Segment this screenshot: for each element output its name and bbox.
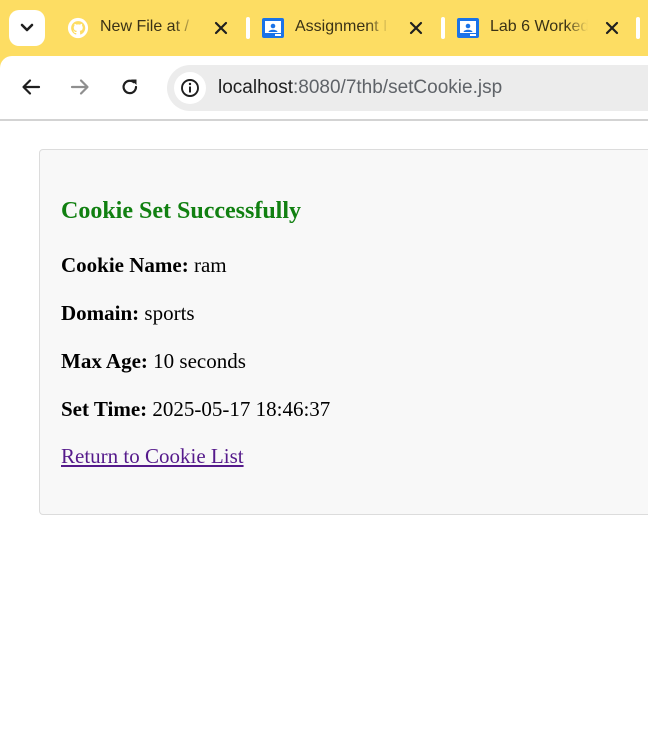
arrow-right-icon xyxy=(70,79,89,95)
page-heading: Cookie Set Successfully xyxy=(61,198,301,224)
tab-separator xyxy=(441,17,445,39)
field-label: Max Age: xyxy=(61,349,148,373)
reload-icon xyxy=(122,79,138,95)
field-value: 2025-05-17 18:46:37 xyxy=(152,397,331,421)
field-label: Domain: xyxy=(61,301,140,325)
cookie-name-row: Cookie Name: ram xyxy=(61,253,227,278)
classroom-icon xyxy=(262,18,284,38)
field-value: 10 seconds xyxy=(153,349,246,373)
tab-title: New File at / xyxy=(100,18,196,38)
field-label: Set Time: xyxy=(61,397,148,421)
domain-row: Domain: sports xyxy=(61,301,195,326)
reload-button[interactable] xyxy=(115,72,145,102)
field-value: sports xyxy=(144,301,195,325)
return-to-cookie-list-link[interactable]: Return to Cookie List xyxy=(61,444,244,469)
tab-lab6[interactable]: Lab 6 Worked xyxy=(457,0,637,56)
info-icon xyxy=(181,79,199,97)
url-text: localhost:8080/7thb/setCookie.jsp xyxy=(218,77,502,99)
field-value: ram xyxy=(193,253,227,277)
navigation-toolbar: localhost:8080/7thb/setCookie.jsp xyxy=(0,56,648,120)
tab-separator xyxy=(636,17,640,39)
tab-title: Assignment I xyxy=(295,18,389,38)
arrow-left-icon xyxy=(22,79,41,95)
url-host: localhost xyxy=(218,77,293,98)
classroom-icon xyxy=(457,18,479,38)
github-icon xyxy=(67,17,89,39)
tab-strip: New File at / Assignment I Lab 6 Worked xyxy=(0,0,648,56)
address-bar[interactable]: localhost:8080/7thb/setCookie.jsp xyxy=(167,65,648,111)
url-path: :8080/7thb/setCookie.jsp xyxy=(293,77,503,98)
close-tab-icon[interactable] xyxy=(603,19,621,37)
back-button[interactable] xyxy=(16,72,46,102)
result-card: Cookie Set Successfully Cookie Name: ram… xyxy=(39,149,648,515)
close-tab-icon[interactable] xyxy=(212,19,230,37)
max-age-row: Max Age: 10 seconds xyxy=(61,349,246,374)
toolbar-divider xyxy=(0,119,648,121)
tab-separator xyxy=(246,17,250,39)
tab-search-button[interactable] xyxy=(9,10,45,46)
chevron-down-icon xyxy=(20,23,34,32)
site-info-button[interactable] xyxy=(174,72,206,104)
tab-assignment[interactable]: Assignment I xyxy=(262,0,442,56)
close-tab-icon[interactable] xyxy=(407,19,425,37)
tab-title: Lab 6 Worked xyxy=(490,18,588,38)
set-time-row: Set Time: 2025-05-17 18:46:37 xyxy=(61,397,330,422)
tab-github[interactable]: New File at / xyxy=(67,0,247,56)
field-label: Cookie Name: xyxy=(61,253,189,277)
forward-button[interactable] xyxy=(65,72,95,102)
